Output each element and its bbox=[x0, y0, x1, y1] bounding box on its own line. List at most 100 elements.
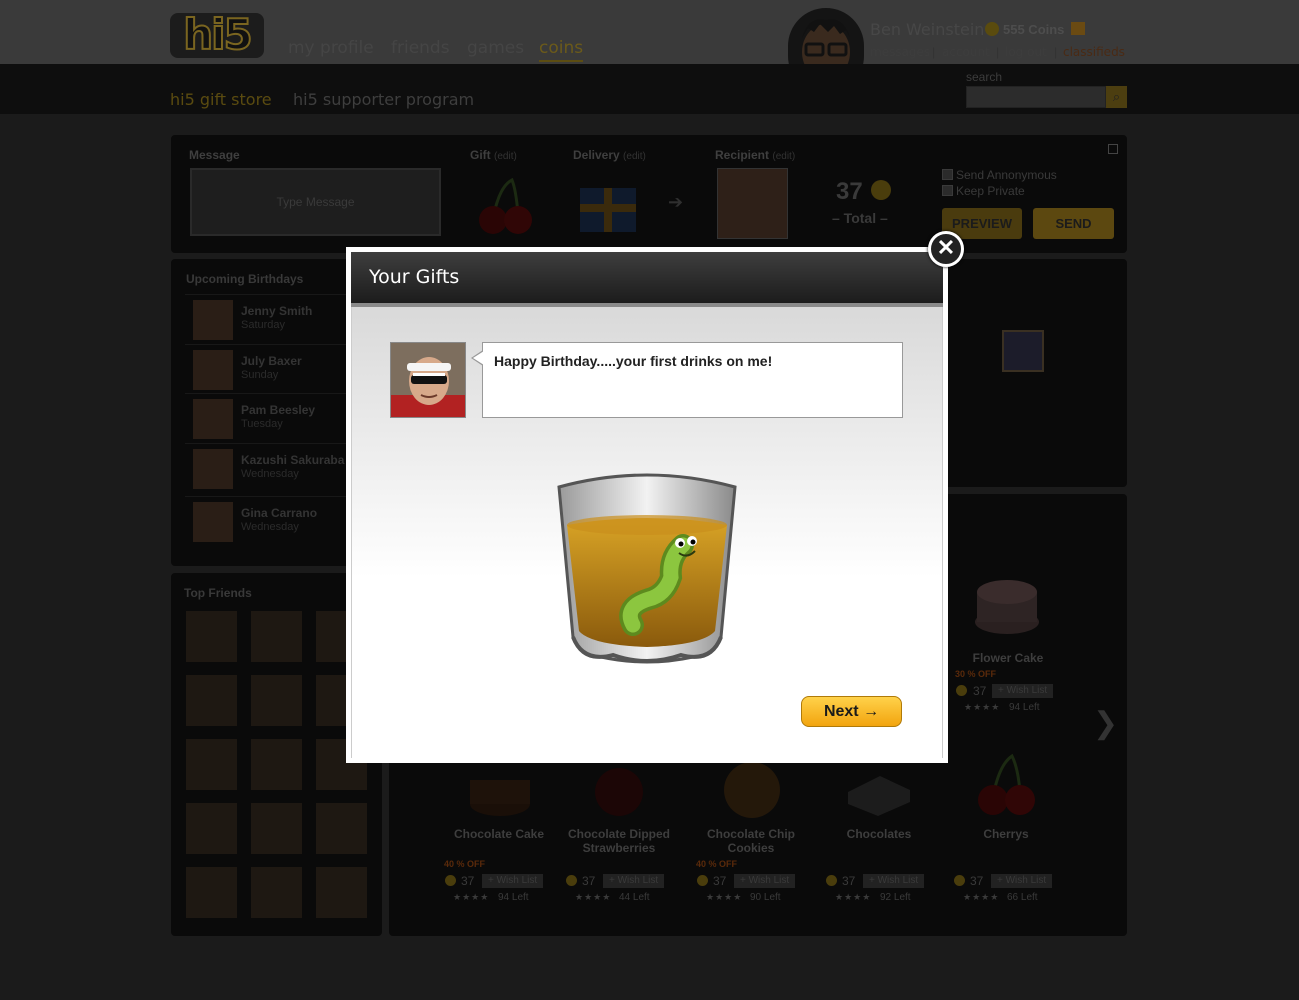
friend-thumbnail[interactable] bbox=[251, 675, 302, 726]
wish-list-button[interactable]: + Wish List bbox=[734, 874, 796, 888]
add-coins-icon[interactable] bbox=[1071, 22, 1085, 35]
close-icon[interactable]: ✕ bbox=[928, 231, 964, 267]
gift-name[interactable]: Flower Cake bbox=[943, 651, 1073, 665]
friend-name[interactable]: July Baxer bbox=[241, 354, 302, 368]
stock-left: 90 Left bbox=[750, 892, 781, 903]
gift-name[interactable]: Chocolate Cake bbox=[434, 827, 564, 841]
friend-thumbnail[interactable] bbox=[316, 611, 346, 662]
hi5-logo[interactable]: hi5 bbox=[170, 12, 264, 58]
coin-icon bbox=[954, 875, 965, 886]
expand-icon[interactable] bbox=[1108, 144, 1118, 154]
friend-photo[interactable] bbox=[193, 449, 233, 489]
rating-stars: ★★★★ bbox=[835, 892, 872, 902]
wish-list-button[interactable]: + Wish List bbox=[863, 874, 925, 888]
wish-list-button[interactable]: + Wish List bbox=[991, 874, 1053, 888]
coin-icon bbox=[985, 22, 999, 36]
send-button[interactable]: SEND bbox=[1033, 208, 1114, 239]
delivery-label: Delivery (edit) bbox=[573, 148, 646, 162]
nav-friends[interactable]: friends bbox=[391, 38, 450, 58]
friend-name[interactable]: Kazushi Sakuraba bbox=[241, 453, 344, 467]
friend-name[interactable]: Pam Beesley bbox=[241, 403, 315, 417]
message-input[interactable]: Type Message bbox=[190, 168, 441, 236]
gift-price: 37 bbox=[461, 874, 475, 888]
sender-photo[interactable] bbox=[390, 342, 466, 418]
subnav-supporter-program[interactable]: hi5 supporter program bbox=[293, 90, 474, 109]
gift-box-icon bbox=[576, 178, 640, 234]
friend-thumbnail[interactable] bbox=[186, 675, 237, 726]
subnav-gift-store[interactable]: hi5 gift store bbox=[170, 90, 272, 109]
search-input[interactable] bbox=[966, 86, 1106, 108]
sale-badge: 40 % OFF bbox=[696, 859, 738, 869]
friend-photo[interactable] bbox=[193, 350, 233, 390]
gift-name[interactable]: Cherrys bbox=[941, 827, 1071, 841]
birthday-day: Wednesday bbox=[241, 521, 299, 533]
total-label: – Total – bbox=[832, 210, 888, 226]
rating-stars: ★★★★ bbox=[964, 702, 1001, 712]
next-button[interactable]: Next → bbox=[801, 696, 902, 727]
edit-delivery-link[interactable]: (edit) bbox=[623, 151, 646, 162]
nav-games[interactable]: games bbox=[467, 38, 524, 58]
total-coins: 37 bbox=[836, 178, 863, 205]
cherry-gift-icon[interactable] bbox=[972, 752, 1042, 822]
stock-left: 94 Left bbox=[1009, 702, 1040, 713]
recipient-label: Recipient (edit) bbox=[715, 148, 796, 162]
classifieds-link[interactable]: classifieds bbox=[1063, 45, 1125, 59]
gift-label: Gift (edit) bbox=[470, 148, 517, 162]
modal-title: Your Gifts bbox=[369, 266, 460, 288]
friend-thumbnail[interactable] bbox=[186, 611, 237, 662]
birthday-day: Sunday bbox=[241, 369, 279, 381]
friend-thumbnail[interactable] bbox=[251, 611, 302, 662]
friend-thumbnail[interactable] bbox=[316, 675, 346, 726]
birthday-day: Wednesday bbox=[241, 468, 299, 480]
logout-link[interactable]: log out bbox=[1005, 45, 1047, 59]
sale-badge: 30 % OFF bbox=[955, 669, 997, 679]
recipient-photo[interactable] bbox=[717, 168, 788, 239]
next-page-arrow-icon[interactable]: ❯ bbox=[1093, 706, 1118, 741]
gift-price: 37 bbox=[970, 874, 984, 888]
friend-thumbnail[interactable] bbox=[186, 803, 237, 854]
message-label: Message bbox=[189, 148, 240, 162]
friend-thumbnail[interactable] bbox=[316, 867, 367, 918]
username[interactable]: Ben Weinstein bbox=[870, 20, 984, 39]
friend-thumbnail[interactable] bbox=[186, 867, 237, 918]
gift-name[interactable]: Chocolate Chip Cookies bbox=[686, 827, 816, 855]
gift-name[interactable]: Chocolate Dipped Strawberries bbox=[554, 827, 684, 855]
friend-thumbnail[interactable] bbox=[186, 739, 237, 790]
friend-thumbnail[interactable] bbox=[251, 867, 302, 918]
sale-badge: 40 % OFF bbox=[444, 859, 486, 869]
edit-gift-link[interactable]: (edit) bbox=[494, 151, 517, 162]
birthday-day: Tuesday bbox=[241, 418, 283, 430]
keep-private-checkbox[interactable] bbox=[942, 185, 953, 196]
lottery-icon[interactable] bbox=[1002, 330, 1044, 372]
flower-cake-icon[interactable] bbox=[972, 568, 1042, 638]
send-anonymous-checkbox[interactable] bbox=[942, 169, 953, 180]
wish-list-button[interactable]: + Wish List bbox=[603, 874, 665, 888]
coin-icon bbox=[566, 875, 577, 886]
account-link[interactable]: account bbox=[942, 45, 990, 59]
birthday-day: Saturday bbox=[241, 319, 286, 331]
search-icon[interactable]: ⌕ bbox=[1106, 86, 1127, 108]
friend-photo[interactable] bbox=[193, 399, 233, 439]
arrow-right-icon: ➔ bbox=[668, 192, 684, 212]
coin-icon bbox=[871, 180, 891, 200]
friend-thumbnail[interactable] bbox=[316, 803, 367, 854]
link-separator: | bbox=[1054, 45, 1058, 59]
rating-stars: ★★★★ bbox=[706, 892, 743, 902]
edit-recipient-link[interactable]: (edit) bbox=[772, 151, 795, 162]
keep-private-label: Keep Private bbox=[956, 184, 1025, 198]
rating-stars: ★★★★ bbox=[575, 892, 612, 902]
wish-list-button[interactable]: + Wish List bbox=[482, 874, 544, 888]
friend-name[interactable]: Gina Carrano bbox=[241, 506, 317, 520]
link-separator: | bbox=[996, 45, 1000, 59]
friend-thumbnail[interactable] bbox=[251, 739, 302, 790]
gift-name[interactable]: Chocolates bbox=[814, 827, 944, 841]
speech-bubble-tail-inner bbox=[473, 351, 484, 365]
messages-link[interactable]: messages bbox=[870, 45, 930, 59]
nav-coins[interactable]: coins bbox=[539, 38, 584, 62]
friend-name[interactable]: Jenny Smith bbox=[241, 304, 312, 318]
friend-thumbnail[interactable] bbox=[251, 803, 302, 854]
wish-list-button[interactable]: + Wish List bbox=[992, 684, 1054, 698]
friend-photo[interactable] bbox=[193, 502, 233, 542]
nav-my-profile[interactable]: my profile bbox=[288, 38, 374, 58]
friend-photo[interactable] bbox=[193, 300, 233, 340]
